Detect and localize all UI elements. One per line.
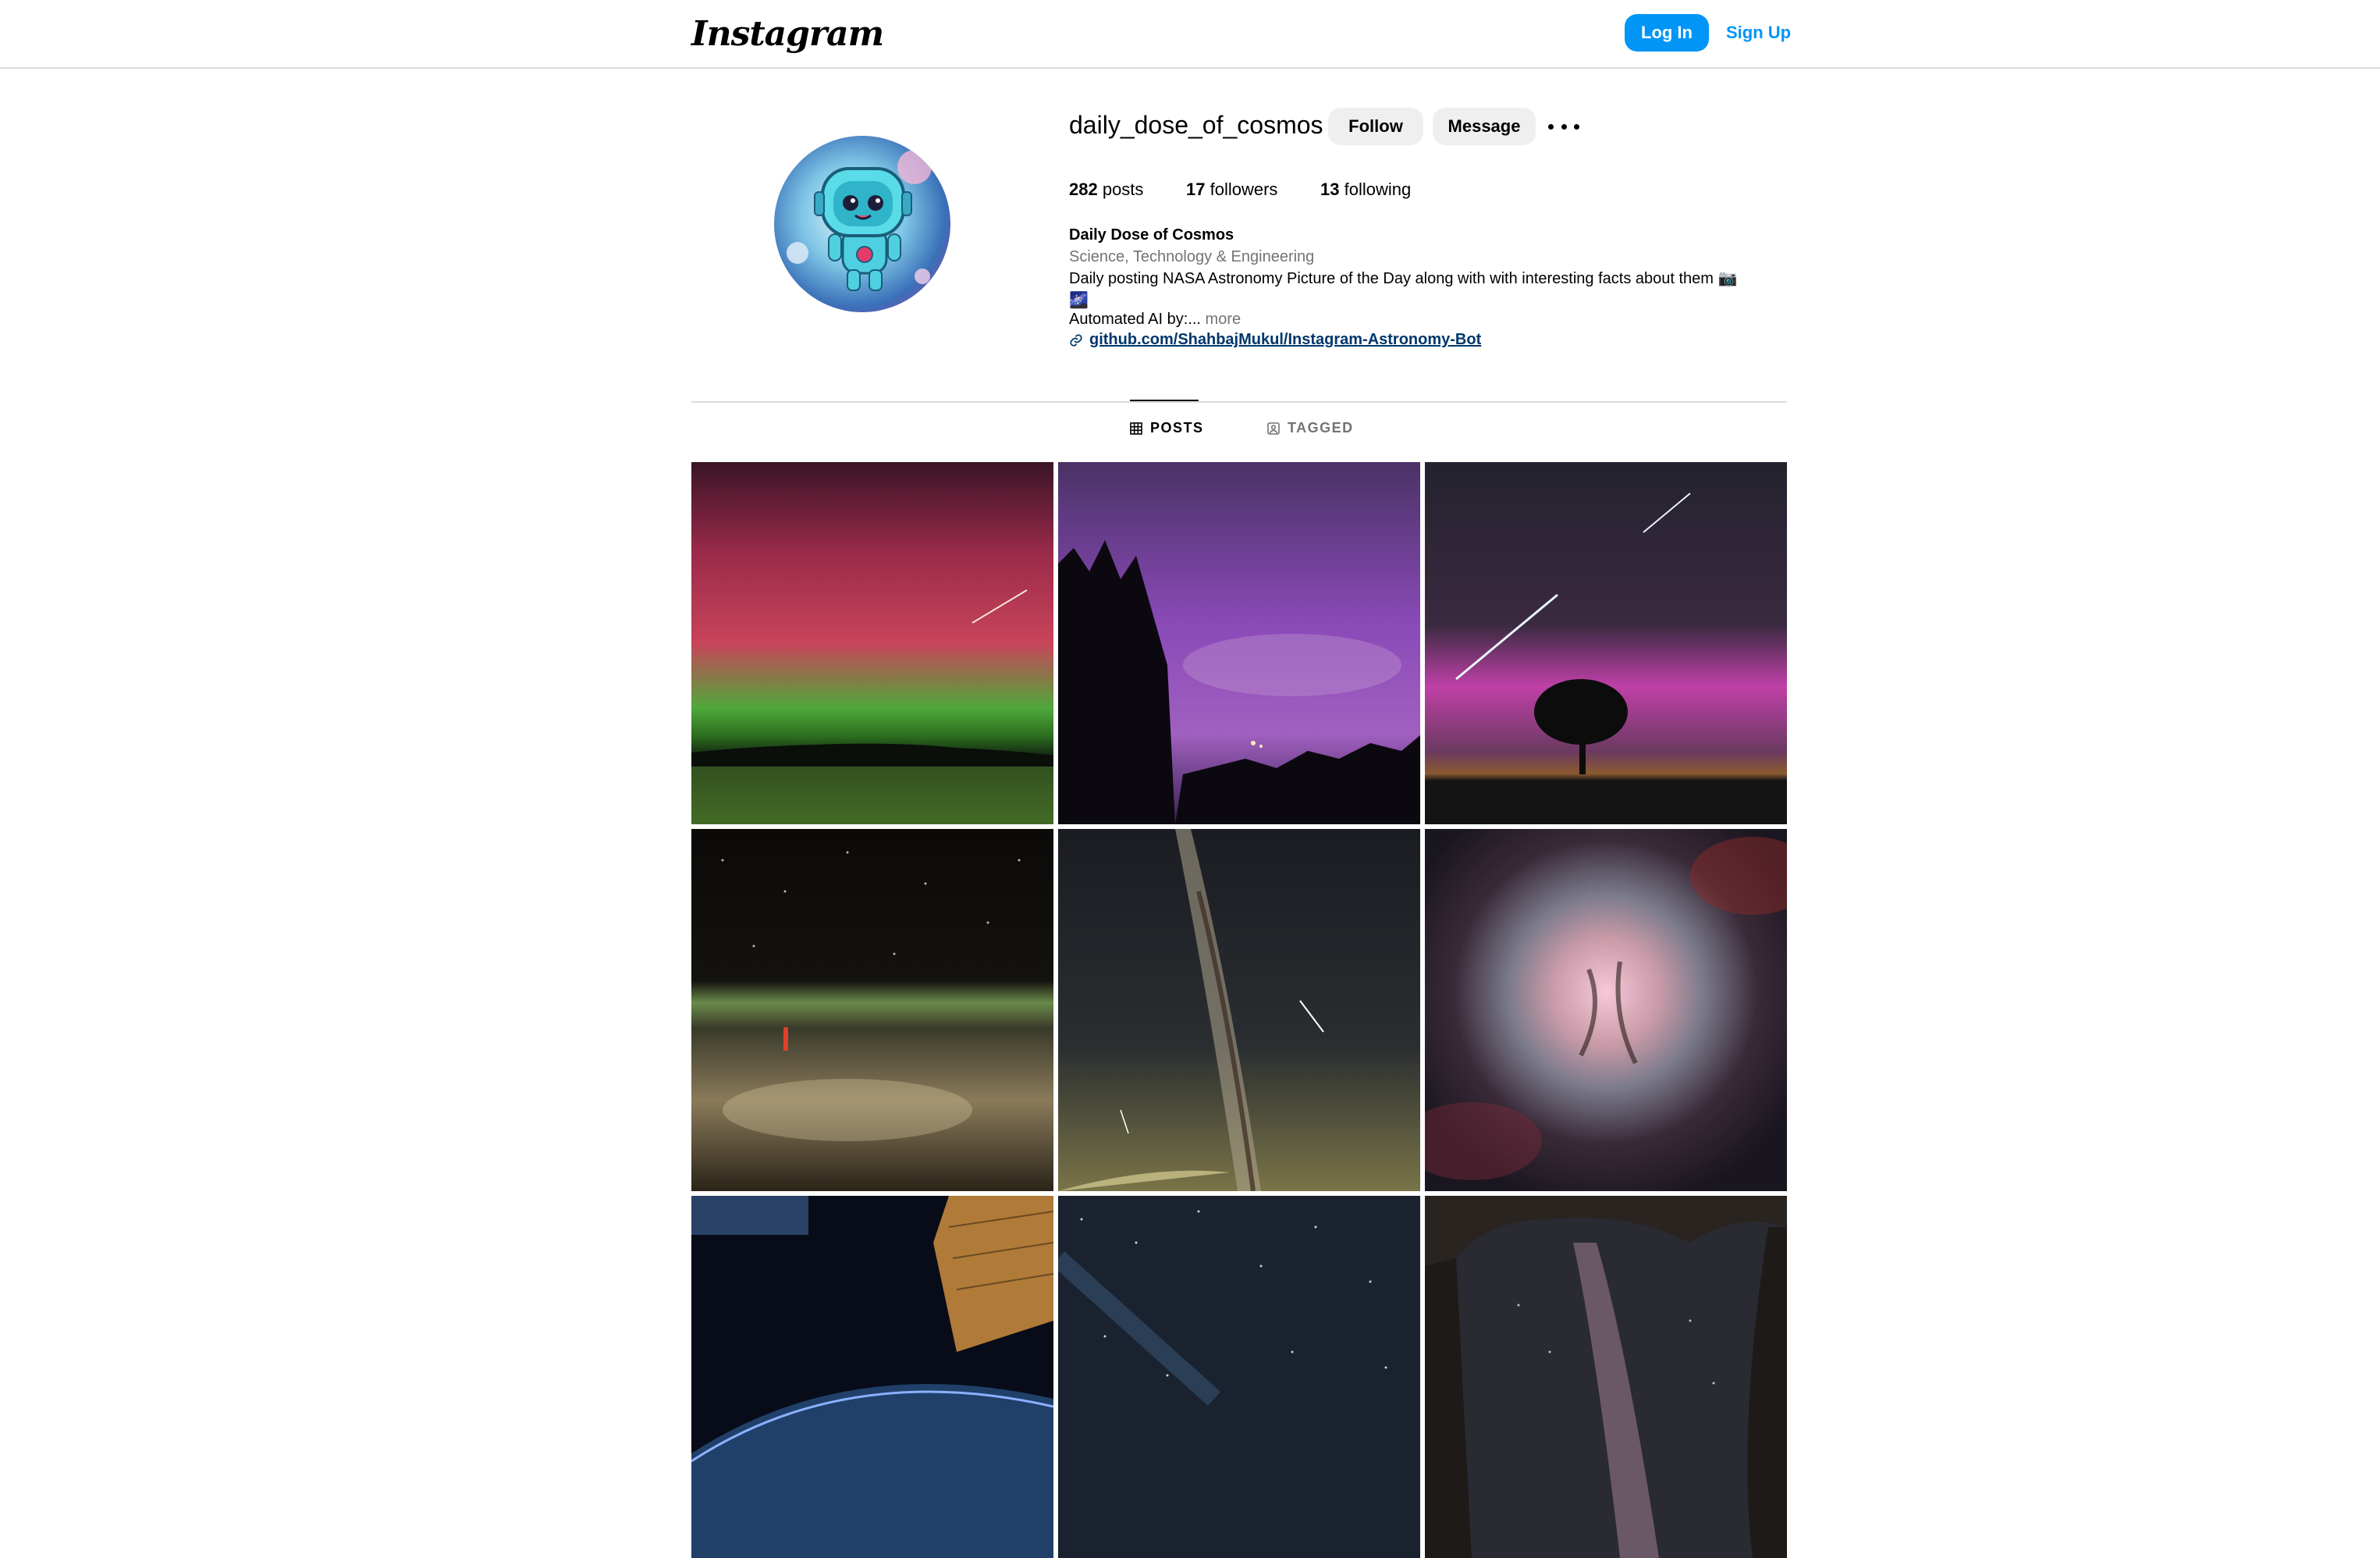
post-thumbnail-earth-from-orbit[interactable] (691, 829, 1053, 1191)
profile-bio-automation: Automated AI by:... more (1069, 311, 1242, 328)
post-thumbnail-purple-sky-trees[interactable] (1058, 462, 1420, 824)
post-thumbnail-meteor-tree-aurora[interactable] (1425, 462, 1787, 824)
following-count-stat[interactable]: 13 following (1320, 180, 1411, 200)
active-tab-indicator (1130, 400, 1199, 401)
tab-posts-label: POSTS (1150, 420, 1204, 436)
sign-up-link[interactable]: Sign Up (1726, 14, 1791, 52)
profile-bio-emoji: 🌌 (1069, 292, 1089, 309)
post-thumbnail-milky-way-meteors[interactable] (1058, 829, 1420, 1191)
tabs-divider (691, 401, 1787, 403)
profile-category: Science, Technology & Engineering (1069, 248, 1315, 265)
tab-posts[interactable]: POSTS (1130, 420, 1204, 436)
posts-count-stat: 282 posts (1069, 180, 1144, 199)
message-button[interactable]: Message (1433, 108, 1536, 145)
tagged-icon (1267, 422, 1280, 435)
log-in-button[interactable]: Log In (1625, 14, 1709, 52)
followers-count-stat[interactable]: 17 followers (1186, 180, 1277, 200)
post-thumbnail-starfield[interactable] (1058, 1196, 1420, 1558)
profile-full-name: Daily Dose of Cosmos (1069, 226, 1234, 244)
tab-tagged-label: TAGGED (1288, 420, 1354, 436)
post-thumbnail-aurora-lake[interactable] (691, 462, 1053, 824)
post-thumbnail-cave-milky-way[interactable] (1425, 1196, 1787, 1558)
link-icon (1070, 333, 1082, 347)
follow-button[interactable]: Follow (1328, 108, 1423, 145)
tab-tagged[interactable]: TAGGED (1267, 420, 1354, 436)
top-navigation-bar: Instagram Log In Sign Up (0, 0, 2380, 69)
profile-bio-line: Daily posting NASA Astronomy Picture of … (1069, 270, 1738, 287)
profile-avatar[interactable] (774, 136, 950, 312)
post-thumbnail-nebula[interactable] (1425, 829, 1787, 1191)
grid-icon (1130, 422, 1142, 435)
instagram-logo[interactable]: Instagram (691, 14, 884, 54)
external-link-text[interactable]: github.com/ShahbajMukul/Instagram-Astron… (1089, 331, 1481, 349)
profile-external-link[interactable]: github.com/ShahbajMukul/Instagram-Astron… (1069, 331, 1481, 349)
bio-more-link[interactable]: more (1201, 311, 1242, 328)
profile-username: daily_dose_of_cosmos (1069, 111, 1323, 139)
post-thumbnail-iss-solar-panel[interactable] (691, 1196, 1053, 1558)
more-horizontal-icon[interactable] (1548, 116, 1579, 137)
